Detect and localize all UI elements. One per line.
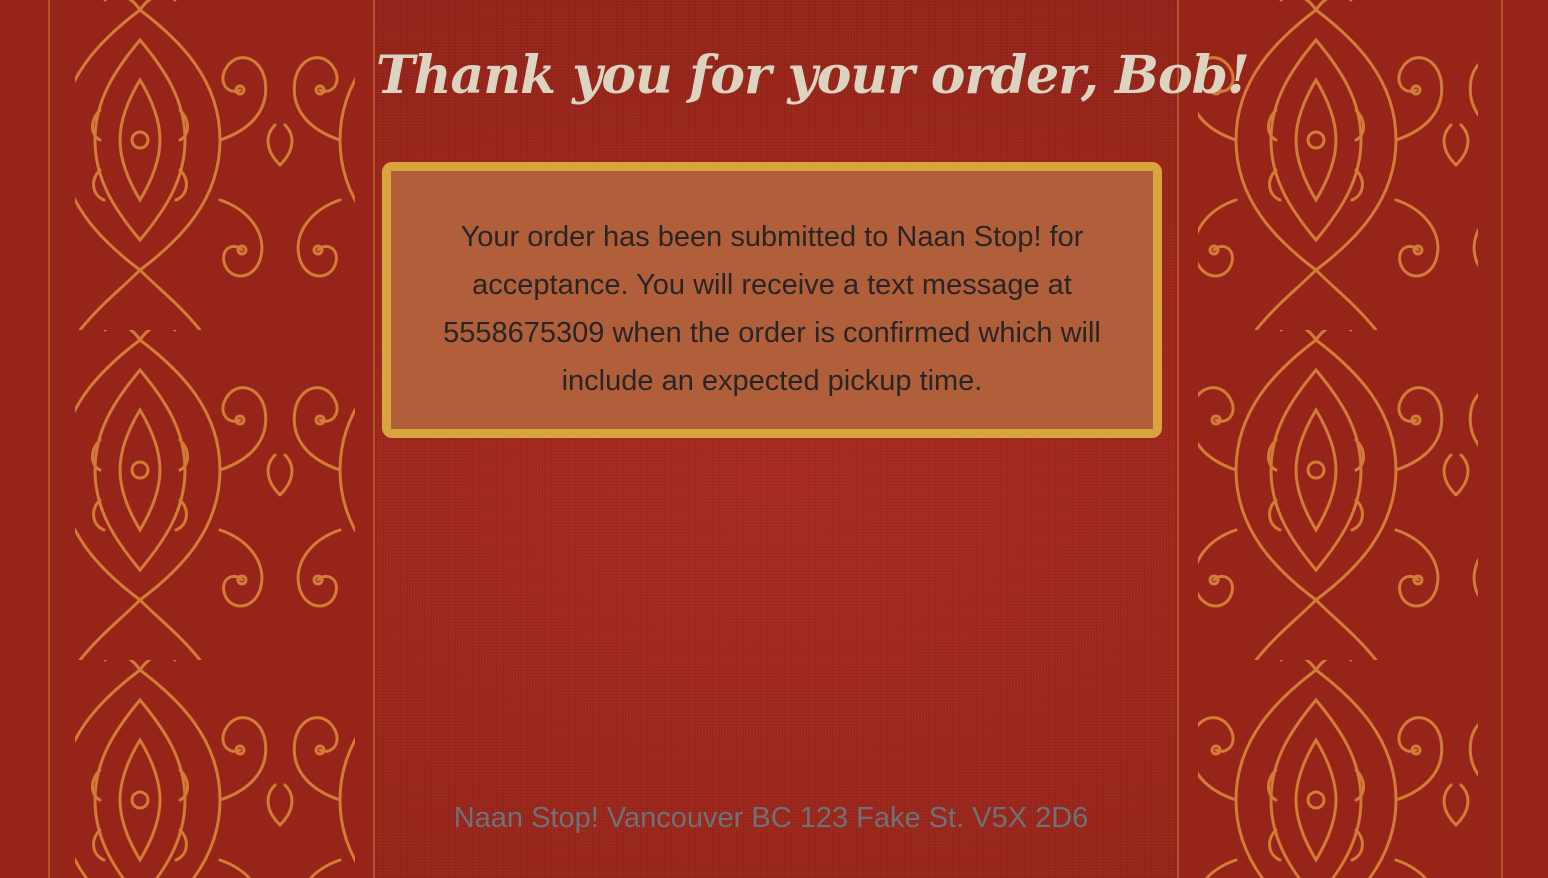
damask-pattern-right: [1176, 0, 1548, 878]
confirmation-message: Your order has been submitted to Naan St…: [443, 221, 1101, 397]
footer-address: Naan Stop! Vancouver BC 123 Fake St. V5X…: [453, 802, 1089, 834]
right-ornamental-panel: [1176, 0, 1548, 878]
page-title: Thank you for your order, Bob!: [376, 45, 1250, 106]
left-ornamental-panel: [0, 0, 376, 878]
damask-pattern-left: [0, 0, 376, 878]
confirmation-message-box: Your order has been submitted to Naan St…: [382, 162, 1162, 438]
